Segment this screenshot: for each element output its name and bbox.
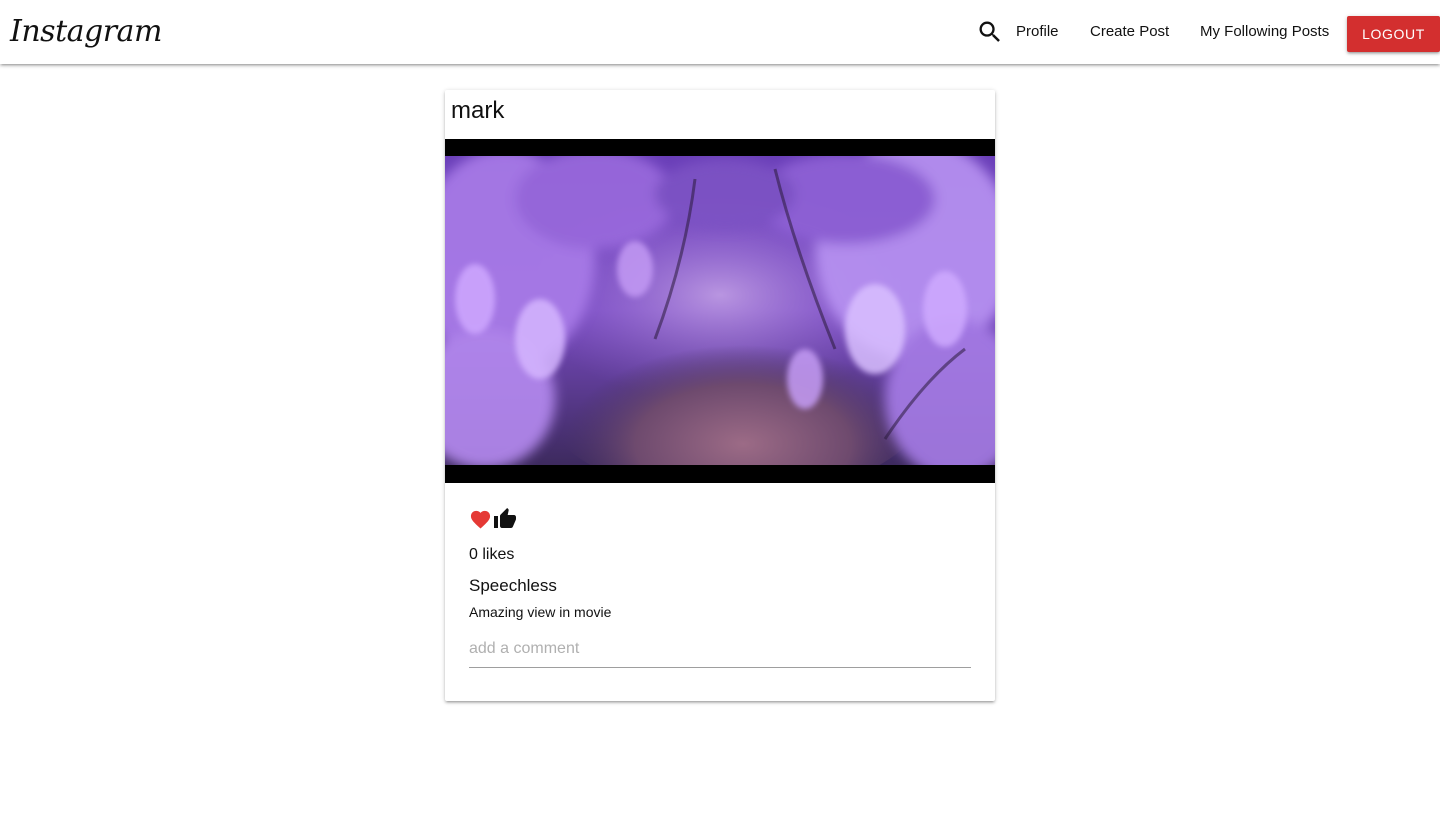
nav-profile-link[interactable]: Profile: [1016, 0, 1059, 64]
thumbs-up-icon[interactable]: [493, 507, 517, 531]
post-body: Amazing view in movie: [469, 604, 612, 620]
nav-create-post-link[interactable]: Create Post: [1090, 0, 1169, 64]
post-image: [445, 139, 995, 483]
brand-logo[interactable]: Instagram: [10, 10, 162, 54]
comment-input[interactable]: [469, 630, 971, 668]
post-author[interactable]: mark: [451, 96, 504, 126]
top-navbar: Instagram Profile Create Post My Followi…: [0, 0, 1440, 64]
likes-count: 0 likes: [469, 546, 515, 563]
heart-icon[interactable]: [469, 508, 492, 531]
post-card: mark 0 likes Speechless Amazing view in …: [445, 90, 995, 701]
search-icon[interactable]: [976, 18, 1004, 46]
logout-button[interactable]: LOGOUT: [1347, 16, 1440, 52]
post-title: Speechless: [469, 576, 557, 595]
nav-following-posts-link[interactable]: My Following Posts: [1200, 0, 1329, 64]
